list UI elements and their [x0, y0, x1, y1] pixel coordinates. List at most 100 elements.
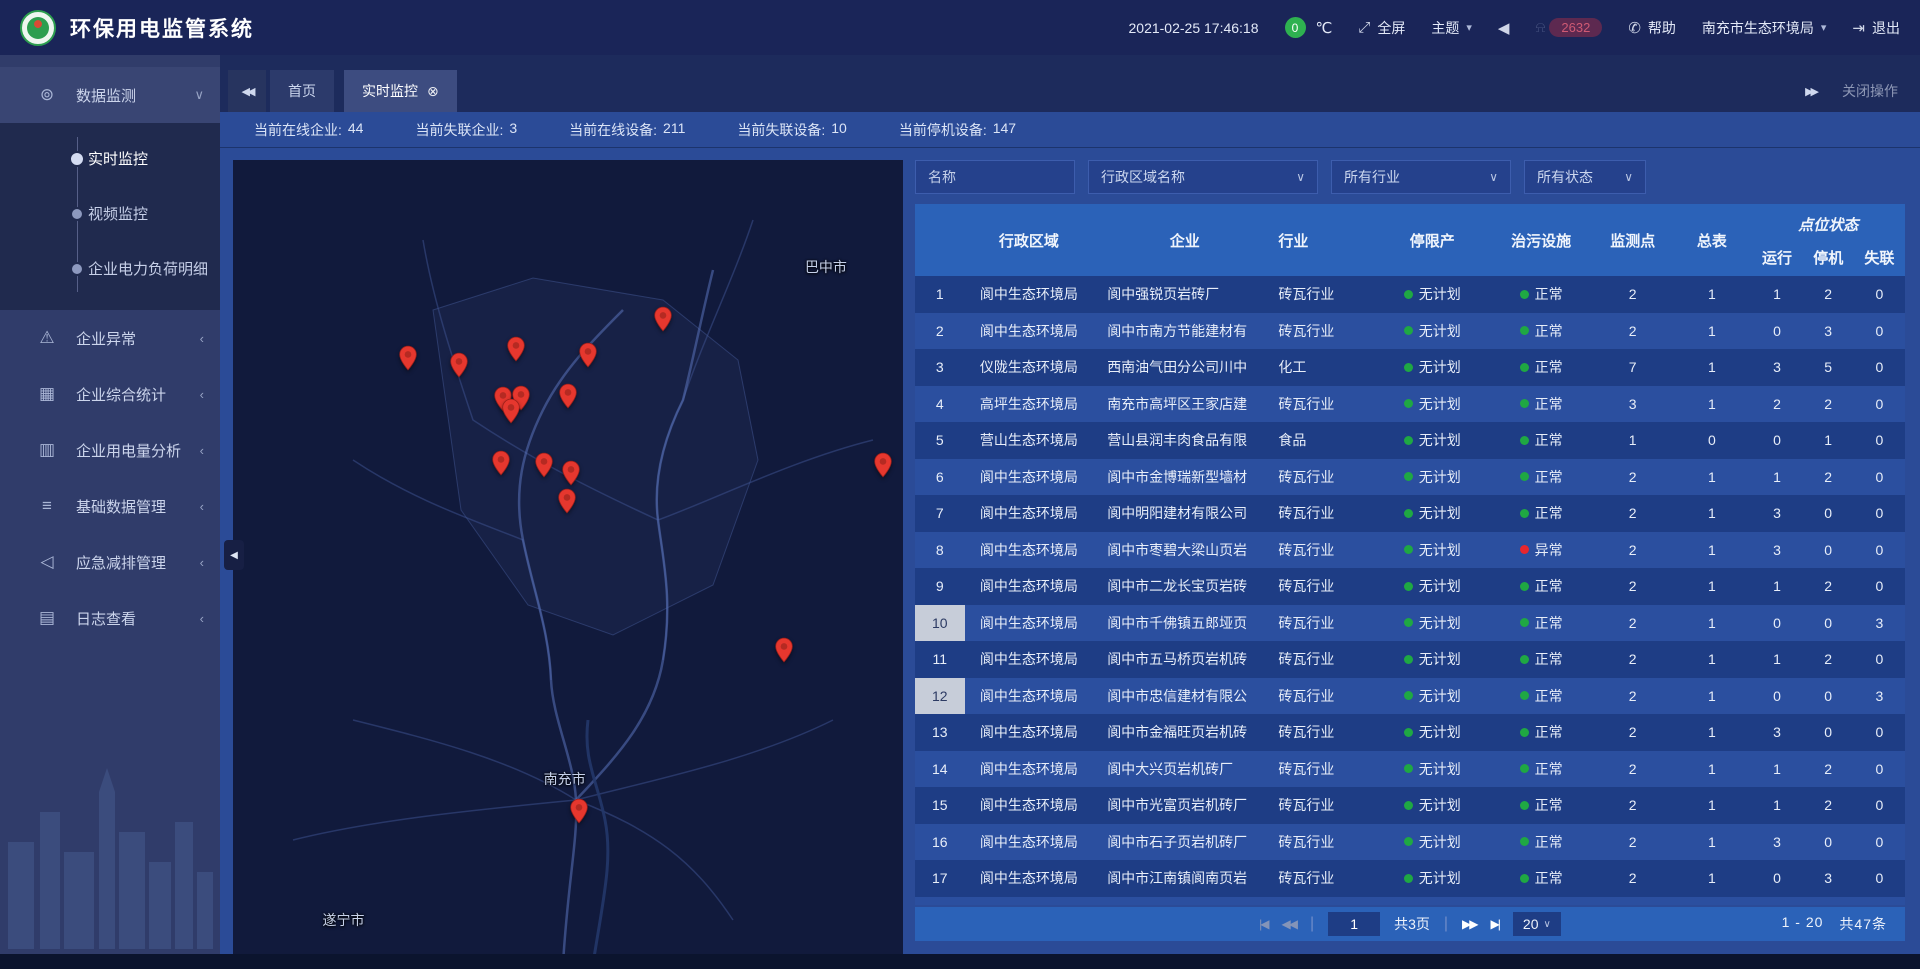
map-pin-icon[interactable] [534, 452, 553, 478]
meter-cell: 1 [1672, 751, 1751, 788]
row-index-cell: 8 [915, 532, 965, 569]
last-page-button[interactable]: ▶| [1491, 917, 1499, 931]
map-pin-icon[interactable] [502, 398, 521, 424]
table-row[interactable]: 4高坪生态环境局南充市高坪区王家店建砖瓦行业无计划正常31220 [915, 386, 1905, 423]
sidebar-item-company-statistics[interactable]: ▦ 企业综合统计 ‹ [0, 366, 220, 422]
table-row[interactable]: 15阆中生态环境局阆中市光富页岩机砖厂砖瓦行业无计划正常21120 [915, 787, 1905, 824]
tab-realtime-monitor[interactable]: 实时监控 ⊗ [344, 70, 457, 112]
col-region: 行政区域 [965, 204, 1094, 276]
treatment-status-cell: 正常 [1489, 459, 1593, 496]
help-button[interactable]: ✆ 帮助 [1628, 18, 1676, 38]
status-dot-icon [1404, 399, 1413, 408]
megaphone-icon: ◁ [36, 552, 58, 572]
next-page-button[interactable]: ▶▶ [1462, 917, 1476, 931]
map-pin-icon[interactable] [774, 637, 793, 663]
table-row[interactable]: 6阆中生态环境局阆中市金博瑞新型墙材砖瓦行业无计划正常21120 [915, 459, 1905, 496]
stat-online-companies: 当前在线企业:44 [254, 120, 363, 140]
page-number-input[interactable] [1328, 912, 1380, 936]
tab-scroll-right-button[interactable]: ▶▶ [1805, 85, 1816, 98]
org-menu-button[interactable]: 南充市生态环境局 ▾ [1702, 18, 1827, 38]
row-index-cell: 5 [915, 422, 965, 459]
running-count-cell: 3 [1751, 349, 1802, 386]
map-pin-icon[interactable] [873, 452, 892, 478]
sidebar-item-emergency-reduction[interactable]: ◁ 应急减排管理 ‹ [0, 534, 220, 590]
sidebar-item-company-abnormal[interactable]: ⚠ 企业异常 ‹ [0, 310, 220, 366]
map-canvas[interactable]: 巴中市南充市遂宁市 [233, 160, 903, 969]
notification-button[interactable]: ⍾ 2632 [1535, 18, 1602, 37]
map-pin-icon[interactable] [559, 383, 578, 409]
name-filter[interactable] [915, 160, 1075, 194]
table-row[interactable]: 12阆中生态环境局阆中市忠信建材有限公砖瓦行业无计划正常21003 [915, 678, 1905, 715]
offline-count-cell: 3 [1854, 678, 1905, 715]
table-row[interactable]: 14阆中生态环境局阆中大兴页岩机砖厂砖瓦行业无计划正常21120 [915, 751, 1905, 788]
treatment-status-cell: 正常 [1489, 276, 1593, 313]
tab-scroll-left-button[interactable]: ◀◀ [228, 70, 266, 112]
company-cell: 阆中市千佛镇五郎垭页 [1093, 605, 1276, 642]
table-row[interactable]: 5营山生态环境局营山县润丰肉食品有限食品无计划正常10010 [915, 422, 1905, 459]
status-dot-icon [1404, 874, 1413, 883]
sidebar-subitem-video-monitor[interactable]: 视频监控 [0, 186, 220, 241]
sidebar-item-power-analysis[interactable]: ▥ 企业用电量分析 ‹ [0, 422, 220, 478]
prev-page-button[interactable]: ◀◀ [1281, 917, 1295, 931]
map-pin-icon[interactable] [506, 336, 525, 362]
sidebar-item-data-monitor[interactable]: ⊚ 数据监测 ∨ [0, 67, 220, 123]
status-dot-icon [1404, 545, 1413, 554]
industry-cell: 砖瓦行业 [1276, 714, 1375, 751]
industry-cell: 砖瓦行业 [1276, 860, 1375, 897]
table-row[interactable]: 11阆中生态环境局阆中市五马桥页岩机砖砖瓦行业无计划正常21120 [915, 641, 1905, 678]
row-index-cell: 11 [915, 641, 965, 678]
map-pin-icon[interactable] [579, 342, 598, 368]
filter-bar: 行政区域名称 ∨ 所有行业 ∨ 所有状态 ∨ [915, 160, 1905, 194]
name-filter-input[interactable] [928, 169, 1062, 185]
table-row[interactable]: 2阆中生态环境局阆中市南方节能建材有砖瓦行业无计划正常21030 [915, 313, 1905, 350]
mute-button[interactable]: ◀ [1498, 19, 1510, 37]
map-pin-icon[interactable] [654, 306, 673, 332]
industry-filter-select[interactable]: 所有行业 ∨ [1331, 160, 1511, 194]
close-operations-button[interactable]: 关闭操作 [1842, 81, 1898, 101]
region-cell: 阆中生态环境局 [965, 276, 1094, 313]
table-row[interactable]: 18南部生态环境局南部县建兴页岩砖厂有砖瓦行业无计划正常21060 [915, 897, 1905, 906]
region-filter-select[interactable]: 行政区域名称 ∨ [1088, 160, 1318, 194]
map-pin-icon[interactable] [492, 450, 511, 476]
meter-cell: 1 [1672, 349, 1751, 386]
sidebar-item-base-data[interactable]: ≡ 基础数据管理 ‹ [0, 478, 220, 534]
points-cell: 2 [1593, 495, 1672, 532]
table-row[interactable]: 16阆中生态环境局阆中市石子页岩机砖厂砖瓦行业无计划正常21300 [915, 824, 1905, 861]
map-pin-icon[interactable] [569, 798, 588, 824]
stopped-count-cell: 3 [1803, 860, 1854, 897]
chevron-left-icon: ◀ [230, 550, 238, 561]
map-pin-icon[interactable] [558, 488, 577, 514]
table-row[interactable]: 13阆中生态环境局阆中市金福旺页岩机砖砖瓦行业无计划正常21300 [915, 714, 1905, 751]
close-icon[interactable]: ⊗ [427, 83, 439, 100]
table-row[interactable]: 10阆中生态环境局阆中市千佛镇五郎垭页砖瓦行业无计划正常21003 [915, 605, 1905, 642]
col-offline: 失联 [1854, 238, 1905, 276]
first-page-button[interactable]: |◀ [1259, 917, 1267, 931]
table-row[interactable]: 9阆中生态环境局阆中市二龙长宝页岩砖砖瓦行业无计划正常21120 [915, 568, 1905, 605]
company-cell: 南部县建兴页岩砖厂有 [1093, 897, 1276, 906]
stopped-count-cell: 0 [1803, 678, 1854, 715]
table-row[interactable]: 3仪陇生态环境局西南油气田分公司川中化工无计划正常71350 [915, 349, 1905, 386]
map-pin-icon[interactable] [561, 460, 580, 486]
industry-cell: 砖瓦行业 [1276, 313, 1375, 350]
sidebar-subitem-realtime-monitor[interactable]: 实时监控 [0, 131, 220, 186]
map-pin-icon[interactable] [398, 345, 417, 371]
offline-count-cell: 0 [1854, 641, 1905, 678]
status-filter-select[interactable]: 所有状态 ∨ [1524, 160, 1646, 194]
page-size-select[interactable]: 20 ∨ [1513, 912, 1561, 936]
tab-home[interactable]: 首页 [270, 70, 334, 112]
status-dot-icon [1404, 801, 1413, 810]
table-row[interactable]: 17阆中生态环境局阆中市江南镇阆南页岩砖瓦行业无计划正常21030 [915, 860, 1905, 897]
sidebar-item-log-view[interactable]: ▤ 日志查看 ‹ [0, 590, 220, 646]
logout-button[interactable]: ⇥ 退出 [1852, 18, 1900, 38]
fullscreen-button[interactable]: ⤢ 全屏 [1358, 18, 1405, 38]
map-collapse-handle[interactable]: ◀ [224, 540, 244, 570]
theme-menu-button[interactable]: 主题 ▾ [1431, 18, 1472, 38]
table-row[interactable]: 1阆中生态环境局阆中强锐页岩砖厂砖瓦行业无计划正常21120 [915, 276, 1905, 313]
table-row[interactable]: 7阆中生态环境局阆中明阳建材有限公司砖瓦行业无计划正常21300 [915, 495, 1905, 532]
production-status-cell: 无计划 [1375, 860, 1489, 897]
sidebar-subitem-power-load-detail[interactable]: 企业电力负荷明细 [0, 241, 220, 296]
table-row[interactable]: 8阆中生态环境局阆中市枣碧大梁山页岩砖瓦行业无计划异常21300 [915, 532, 1905, 569]
industry-cell: 砖瓦行业 [1276, 751, 1375, 788]
map-pin-icon[interactable] [449, 352, 468, 378]
company-cell: 营山县润丰肉食品有限 [1093, 422, 1276, 459]
